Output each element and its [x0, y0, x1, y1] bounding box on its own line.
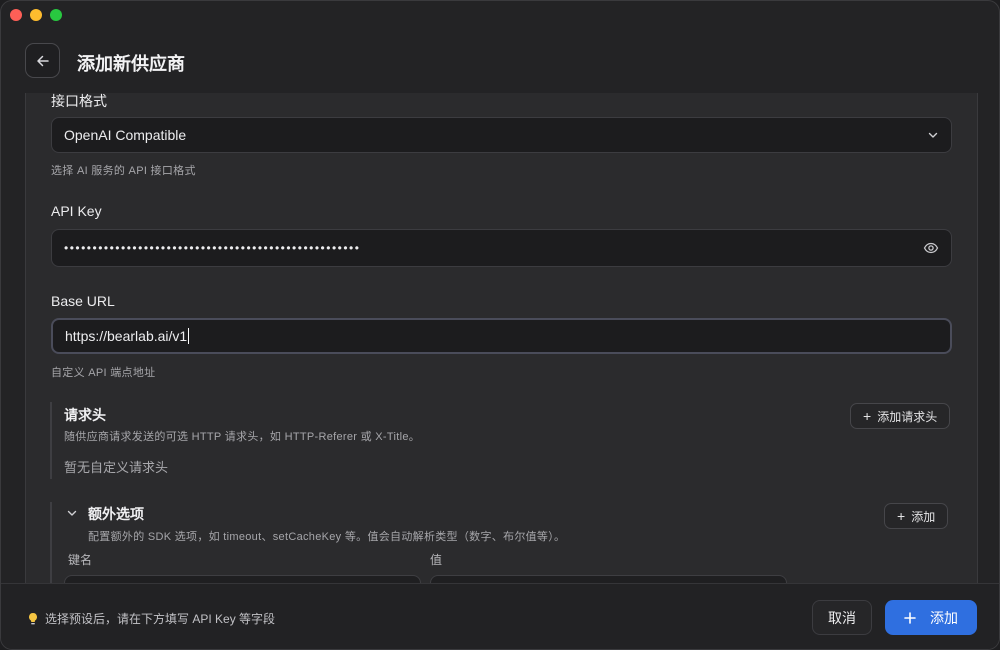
api-format-hint: 选择 AI 服务的 API 接口格式	[51, 165, 196, 177]
cancel-button[interactable]: 取消	[812, 600, 872, 635]
app-window: 添加新供应商 接口格式 OpenAI Compatible 选择 AI 服务的 …	[0, 0, 1000, 650]
headers-empty-text: 暂无自定义请求头	[64, 460, 169, 475]
add-extra-option-button[interactable]: + 添加	[884, 503, 949, 529]
zoom-window-button[interactable]	[50, 9, 62, 21]
text-caret	[188, 328, 190, 344]
collapse-extra-toggle[interactable]	[66, 506, 78, 524]
base-url-hint: 自定义 API 端点地址	[51, 367, 156, 379]
api-format-value: OpenAI Compatible	[64, 127, 187, 143]
form-panel[interactable]: 接口格式 OpenAI Compatible 选择 AI 服务的 API 接口格…	[25, 93, 978, 583]
plus-icon	[904, 611, 916, 624]
minimize-window-button[interactable]	[30, 9, 42, 21]
add-header-button[interactable]: + 添加请求头	[850, 403, 951, 429]
submit-add-button[interactable]: 添加	[885, 600, 977, 635]
add-extra-label: 添加	[911, 509, 936, 524]
api-format-select[interactable]: OpenAI Compatible	[51, 117, 952, 153]
chevron-down-icon	[928, 132, 938, 138]
headers-section-rule	[50, 402, 52, 479]
submit-label: 添加	[930, 609, 958, 626]
footer-hint: 选择预设后，请在下方填写 API Key 等字段	[27, 610, 275, 627]
footer-hint-text: 选择预设后，请在下方填写 API Key 等字段	[45, 612, 276, 626]
api-key-masked-value: ••••••••••••••••••••••••••••••••••••••••…	[64, 241, 361, 255]
api-format-label: 接口格式	[51, 93, 107, 109]
base-url-value: https://bearlab.ai/v1	[65, 328, 188, 344]
header: 添加新供应商	[1, 29, 999, 93]
headers-description: 随供应商请求发送的可选 HTTP 请求头，如 HTTP-Referer 或 X-…	[64, 431, 421, 443]
extra-description: 配置额外的 SDK 选项，如 timeout、setCacheKey 等。值会自…	[88, 531, 566, 543]
base-url-label: Base URL	[51, 293, 115, 309]
api-key-input[interactable]: ••••••••••••••••••••••••••••••••••••••••…	[51, 229, 952, 267]
value-column-label: 值	[430, 553, 443, 567]
headers-title: 请求头	[64, 407, 106, 423]
back-button[interactable]	[25, 43, 60, 78]
footer-bar: 选择预设后，请在下方填写 API Key 等字段 取消 添加	[1, 583, 999, 649]
add-header-label: 添加请求头	[877, 409, 938, 424]
api-key-label: API Key	[51, 203, 102, 219]
toggle-visibility-button[interactable]	[923, 240, 939, 256]
key-column-label: 键名	[68, 553, 93, 567]
extra-title: 额外选项	[88, 506, 144, 522]
chevron-down-icon	[67, 510, 77, 516]
extra-key-input[interactable]	[64, 575, 421, 583]
plus-icon: +	[897, 508, 906, 524]
arrow-left-icon	[36, 55, 49, 66]
plus-icon: +	[863, 408, 872, 424]
lightbulb-icon	[29, 612, 37, 624]
extra-section-rule	[50, 502, 52, 583]
base-url-input[interactable]: https://bearlab.ai/v1	[51, 318, 952, 354]
close-window-button[interactable]	[10, 9, 22, 21]
page-title: 添加新供应商	[77, 54, 185, 74]
eye-icon	[923, 242, 939, 254]
extra-value-input[interactable]	[430, 575, 787, 583]
window-controls	[10, 9, 62, 21]
